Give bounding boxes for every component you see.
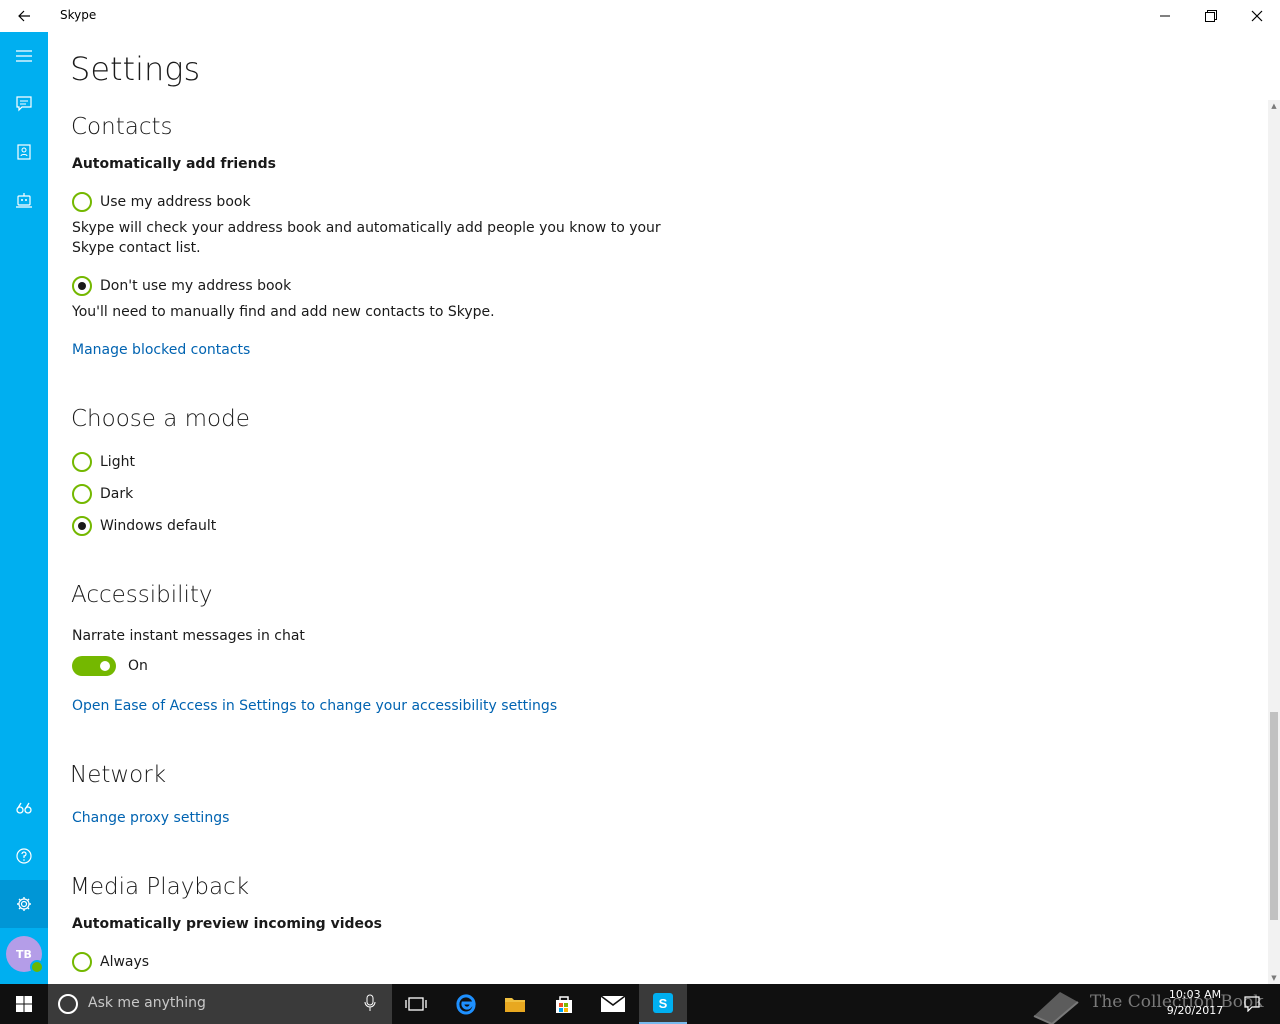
edge-button[interactable] <box>442 984 490 1024</box>
proxy-settings-link[interactable]: Change proxy settings <box>72 810 229 826</box>
svg-text:S: S <box>659 996 668 1011</box>
tray-clock[interactable]: 10:03 AM 9/20/2017 <box>1160 987 1230 1019</box>
media-heading: Media Playback <box>70 874 250 900</box>
cortana-search-box[interactable]: Ask me anything <box>48 984 392 1024</box>
help-icon <box>16 848 32 864</box>
auto-add-label: Automatically add friends <box>72 156 276 172</box>
radio-label: Don't use my address book <box>100 278 292 294</box>
contacts-icon <box>17 144 31 160</box>
radio-circle[interactable] <box>72 484 92 504</box>
radio-circle-selected[interactable] <box>72 276 92 296</box>
use-address-book-desc: Skype will check your address book and a… <box>72 218 661 258</box>
window-title: Skype <box>60 8 97 22</box>
radio-mode-windows-default[interactable]: Windows default <box>72 516 216 536</box>
accessibility-heading: Accessibility <box>71 582 213 608</box>
title-bar: Skype <box>0 0 1280 32</box>
scroll-thumb[interactable] <box>1270 712 1278 920</box>
radio-dont-use-address-book[interactable]: Don't use my address book <box>72 276 291 296</box>
help-button[interactable] <box>0 832 48 880</box>
clock-date: 9/20/2017 <box>1166 1004 1224 1017</box>
restore-icon <box>1205 10 1217 22</box>
radio-circle[interactable] <box>72 952 92 972</box>
page-title: Settings <box>70 50 201 88</box>
skype-icon: S <box>653 993 673 1013</box>
task-view-button[interactable] <box>392 984 440 1024</box>
file-explorer-button[interactable] <box>491 984 539 1024</box>
minimize-button[interactable] <box>1142 0 1188 32</box>
skype-taskbar-button[interactable]: S <box>639 984 687 1024</box>
feedback-button[interactable] <box>0 784 48 832</box>
action-center-button[interactable] <box>1232 984 1272 1024</box>
menu-button[interactable] <box>0 32 48 80</box>
radio-circle[interactable] <box>72 452 92 472</box>
toggle-knob <box>100 661 110 671</box>
back-button[interactable] <box>0 0 48 32</box>
avatar[interactable]: TB <box>6 936 44 974</box>
narrate-label: Narrate instant messages in chat <box>72 628 305 644</box>
search-placeholder: Ask me anything <box>88 995 206 1011</box>
radio-mode-light[interactable]: Light <box>72 452 135 472</box>
settings-button[interactable] <box>0 880 48 928</box>
chat-icon <box>16 96 32 112</box>
narrate-toggle[interactable] <box>72 656 116 676</box>
network-heading: Network <box>70 762 167 788</box>
cortana-icon <box>58 994 78 1014</box>
windows-logo-icon <box>16 996 32 1012</box>
store-button[interactable] <box>540 984 588 1024</box>
taskbar: Ask me anything S The Collection Book 10… <box>0 984 1280 1024</box>
preview-label: Automatically preview incoming videos <box>72 916 382 932</box>
radio-circle-selected[interactable] <box>72 516 92 536</box>
sidebar: TB <box>0 32 48 984</box>
dont-use-desc: You'll need to manually find and add new… <box>72 304 495 320</box>
radio-label: Light <box>100 454 135 470</box>
store-icon <box>556 996 572 1013</box>
radio-preview-always[interactable]: Always <box>72 952 149 972</box>
settings-page: Settings Contacts Automatically add frie… <box>48 32 1268 984</box>
menu-icon <box>16 50 32 62</box>
minimize-icon <box>1160 15 1170 17</box>
scroll-down-arrow-icon[interactable]: ▼ <box>1268 972 1280 984</box>
mail-icon <box>601 996 625 1012</box>
close-icon <box>1251 10 1263 22</box>
task-view-icon <box>405 997 427 1011</box>
radio-mode-dark[interactable]: Dark <box>72 484 133 504</box>
feedback-icon <box>16 802 32 814</box>
chats-button[interactable] <box>0 80 48 128</box>
notification-icon <box>1244 996 1260 1012</box>
clock-time: 10:03 AM <box>1168 988 1222 1001</box>
radio-label: Use my address book <box>100 194 251 210</box>
radio-label: Always <box>100 954 150 970</box>
book-logo-icon <box>1033 992 1079 1024</box>
restore-button[interactable] <box>1188 0 1234 32</box>
gear-icon <box>17 897 31 911</box>
radio-label: Windows default <box>100 518 217 534</box>
bot-icon <box>16 193 32 208</box>
radio-use-address-book[interactable]: Use my address book <box>72 192 251 212</box>
desc-line-1: Skype will check your address book and a… <box>72 220 661 236</box>
desc-line-2: Skype contact list. <box>72 240 201 256</box>
ease-of-access-link[interactable]: Open Ease of Access in Settings to chang… <box>72 698 557 714</box>
folder-icon <box>505 998 525 1012</box>
back-arrow-icon <box>18 10 30 22</box>
scroll-up-arrow-icon[interactable]: ▲ <box>1268 100 1280 112</box>
mode-heading: Choose a mode <box>71 406 250 432</box>
microphone-icon[interactable] <box>364 994 376 1012</box>
manage-blocked-link[interactable]: Manage blocked contacts <box>72 342 250 358</box>
scrollbar[interactable]: ▲ ▼ <box>1268 100 1280 984</box>
toggle-state-label: On <box>128 658 148 674</box>
contacts-heading: Contacts <box>71 114 173 140</box>
radio-circle[interactable] <box>72 192 92 212</box>
contacts-button[interactable] <box>0 128 48 176</box>
bots-button[interactable] <box>0 176 48 224</box>
close-button[interactable] <box>1234 0 1280 32</box>
edge-icon <box>456 994 476 1015</box>
mail-button[interactable] <box>589 984 637 1024</box>
presence-badge <box>30 960 44 974</box>
radio-label: Dark <box>100 486 134 502</box>
avatar-initials: TB <box>16 947 32 961</box>
start-button[interactable] <box>0 984 48 1024</box>
